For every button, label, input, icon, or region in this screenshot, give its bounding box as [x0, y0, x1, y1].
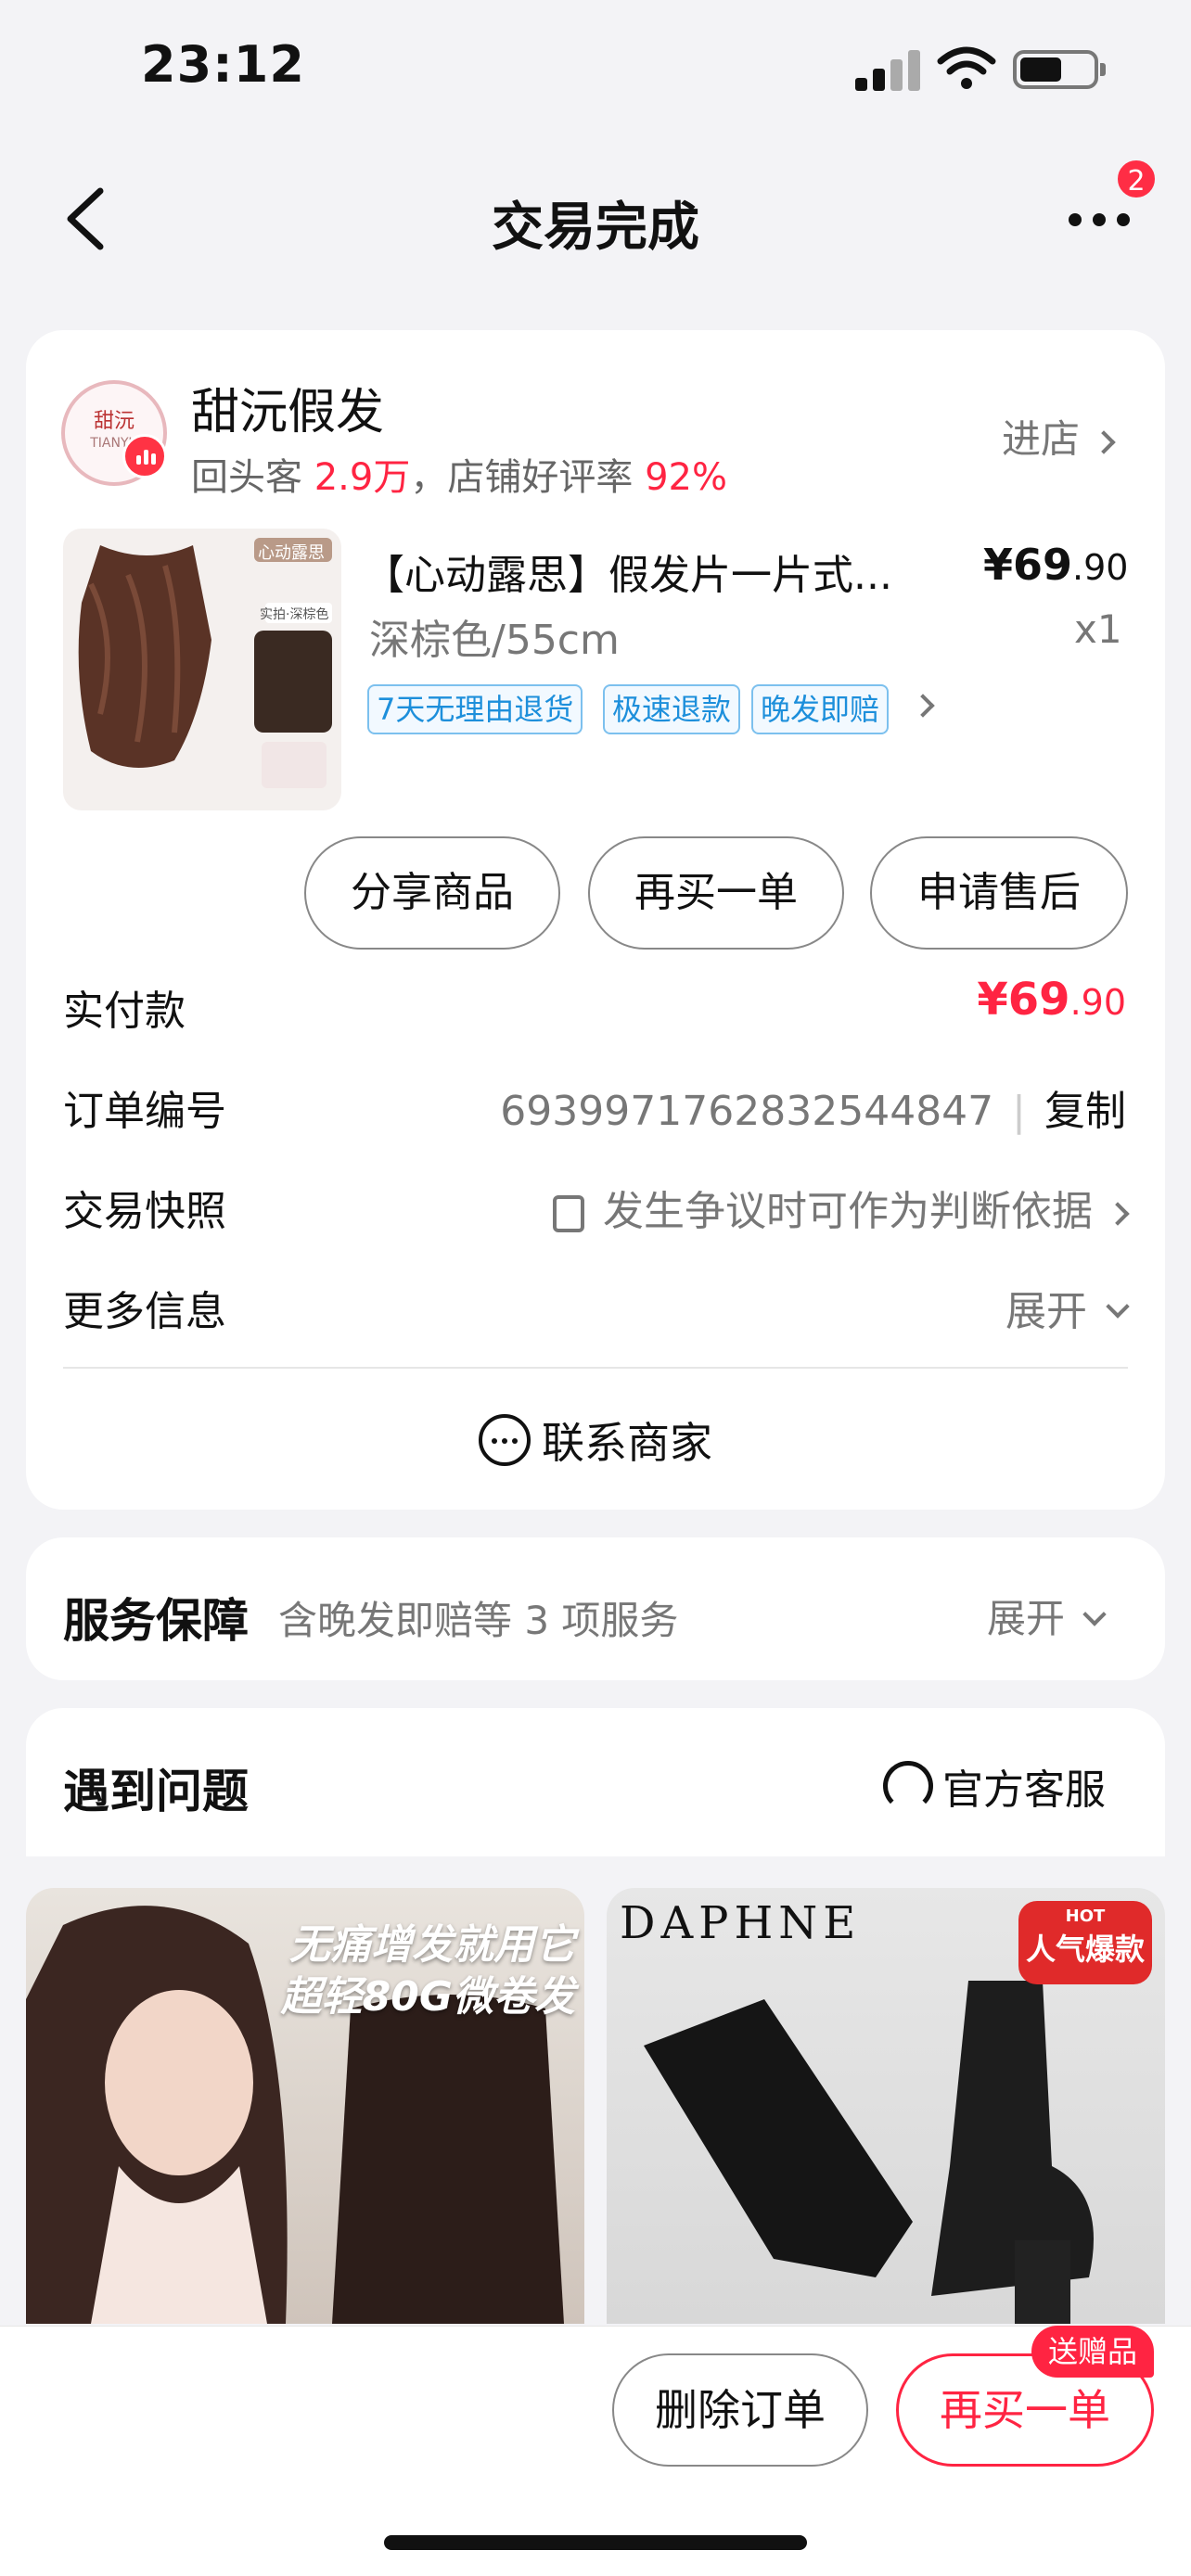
more-options-icon[interactable]: [1069, 206, 1133, 234]
enter-shop-label: 进店: [1002, 416, 1081, 462]
paid-amount: ¥69.90: [977, 974, 1126, 1026]
wifi-icon: [937, 46, 996, 89]
shop-stats: 回头客 2.9万，店铺好评率 92%: [191, 447, 727, 501]
order-number: 6939971762832544847: [500, 1088, 994, 1135]
shop-name[interactable]: 甜沅假发: [191, 373, 384, 442]
more-info-expand[interactable]: 展开: [1005, 1278, 1130, 1337]
shop-logo-text: 甜沅: [93, 410, 134, 433]
service-expand[interactable]: 展开: [987, 1588, 1108, 1644]
product-price: ¥69.90: [983, 540, 1128, 590]
product-price-decimal: .90: [1072, 547, 1129, 588]
share-product-button[interactable]: 分享商品: [304, 836, 560, 950]
wig-illustration: [78, 538, 332, 788]
home-indicator[interactable]: [384, 2535, 807, 2550]
chevron-down-icon: [1082, 1601, 1108, 1626]
product-price-main: ¥69: [983, 540, 1073, 590]
product-image-sublabel: 实拍·深棕色: [260, 607, 329, 622]
tag-fast-refund[interactable]: 极速退款: [603, 684, 741, 734]
repeat-customers: 2.9万: [314, 456, 411, 499]
copy-button[interactable]: 复制: [1044, 1088, 1126, 1135]
snapshot-value: 发生争议时可作为判断依据: [603, 1188, 1093, 1235]
tag-return-7-days[interactable]: 7天无理由退货: [367, 684, 583, 734]
product-quantity: x1: [1074, 606, 1122, 652]
customer-service-label: 官方客服: [942, 1766, 1106, 1814]
service-expand-label: 展开: [987, 1596, 1066, 1641]
wig-ad-caption-line1: 无痛增发就用它: [289, 1921, 575, 1969]
hot-badge-top: HOT: [1065, 1906, 1106, 1926]
shop-chart-icon: [122, 434, 167, 478]
battery-icon: [1013, 50, 1106, 89]
status-time: 23:12: [141, 35, 305, 94]
more-info-expand-label: 展开: [1005, 1288, 1087, 1335]
after-sale-button[interactable]: 申请售后: [870, 836, 1128, 950]
product-title[interactable]: 【心动露思】假发片一片式...: [364, 542, 920, 601]
rebuy-button[interactable]: 再买一单: [588, 836, 844, 950]
notification-badge: 2: [1115, 158, 1158, 200]
brand-name: DAPHNE: [620, 1897, 862, 1949]
wig-ad-caption: 无痛增发就用它 超轻80G微卷发: [269, 1919, 575, 2023]
shop-stats-prefix: 回头客: [191, 456, 302, 499]
hot-badge-label: 人气爆款: [1025, 1932, 1145, 1967]
hot-badge: HOT 人气爆款: [1018, 1901, 1152, 1984]
paid-amount-decimal: .90: [1069, 982, 1126, 1023]
cellular-signal-icon: [855, 48, 920, 91]
snapshot-label: 交易快照: [63, 1188, 226, 1235]
shop-stats-mid: ，店铺好评率: [410, 456, 634, 499]
divider: [63, 1367, 1128, 1369]
order-number-row: 6939971762832544847 | 复制: [500, 1088, 1126, 1135]
service-title: 服务保障: [63, 1594, 249, 1648]
wig-ad-caption-line2: 超轻80G微卷发: [280, 1973, 575, 2021]
gift-badge: 送赠品: [1031, 2326, 1155, 2378]
product-image-label: 心动露思: [258, 543, 325, 563]
delete-order-button[interactable]: 删除订单: [612, 2353, 868, 2467]
contact-seller-button[interactable]: 联系商家: [0, 1409, 1191, 1471]
chevron-down-icon: [1106, 1294, 1130, 1319]
paid-label: 实付款: [63, 988, 186, 1035]
chevron-right-icon: [1092, 429, 1117, 454]
more-info-label: 更多信息: [63, 1288, 226, 1335]
document-icon: [553, 1195, 584, 1232]
product-image[interactable]: 心动露思 实拍·深棕色: [63, 529, 341, 810]
headset-icon: [883, 1761, 933, 1811]
customer-service-link[interactable]: 官方客服: [883, 1756, 1106, 1816]
problem-title: 遇到问题: [63, 1765, 249, 1818]
service-summary: 含晚发即赔等 3 项服务: [278, 1598, 679, 1643]
tag-late-delivery-compensation[interactable]: 晚发即赔: [751, 684, 890, 734]
snapshot-link[interactable]: 发生争议时可作为判断依据: [553, 1178, 1130, 1237]
product-spec: 深棕色/55cm: [369, 617, 620, 664]
contact-seller-label: 联系商家: [542, 1418, 712, 1468]
enter-shop-link[interactable]: 进店: [1002, 408, 1117, 465]
page-title: 交易完成: [492, 198, 699, 258]
order-number-label: 订单编号: [63, 1088, 226, 1135]
chevron-right-icon: [1106, 1202, 1130, 1226]
shop-rating: 92%: [645, 456, 727, 499]
tags-chevron-right-icon[interactable]: [911, 694, 935, 718]
chat-icon: [479, 1414, 531, 1466]
paid-amount-main: ¥69: [977, 974, 1070, 1026]
